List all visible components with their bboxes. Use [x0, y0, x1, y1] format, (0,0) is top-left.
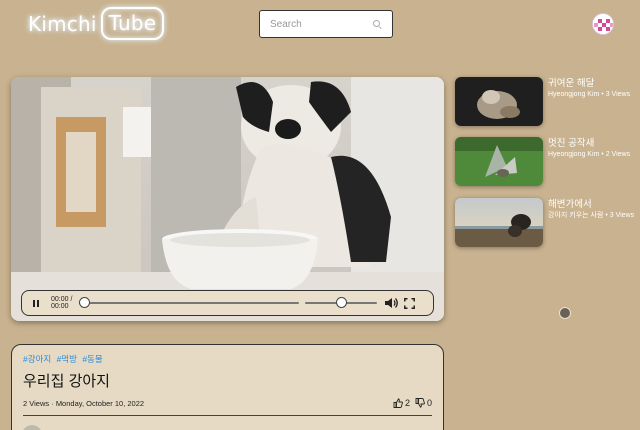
search-box[interactable] [259, 10, 393, 38]
video-meta-row: 2 Views · Monday, October 10, 2022 2 0 [23, 398, 432, 408]
pause-button[interactable] [30, 297, 42, 309]
view-count: 2 Views [23, 398, 50, 408]
player-controls: 00:00 / 00:00 [21, 290, 434, 316]
rating-controls: 2 0 [388, 398, 432, 408]
related-video-item[interactable]: 귀여운 해달 Hyeongjong Kim • 3 Views [455, 77, 638, 126]
total-time: 00:00 [51, 303, 69, 310]
seek-thumb[interactable] [79, 297, 90, 308]
upload-date: Monday, October 10, 2022 [55, 398, 145, 408]
video-frame [11, 77, 444, 321]
seek-track [79, 302, 299, 304]
logo[interactable]: Kimchi Tube [28, 7, 165, 40]
related-video-thumbnail[interactable] [455, 137, 543, 186]
time-display: 00:00 / 00:00 [51, 296, 73, 310]
comment-avatar [22, 425, 42, 430]
time-separator: / [68, 296, 73, 303]
dislike-button[interactable]: 0 [415, 398, 432, 408]
thumbs-up-icon [393, 398, 403, 408]
current-time: 00:00 [51, 296, 69, 303]
related-video-item[interactable]: 멋진 공작새 Hyeongjong Kim • 2 Views [455, 137, 638, 186]
otter-thumbnail-image [455, 77, 543, 126]
related-video-meta: 귀여운 해달 Hyeongjong Kim • 3 Views [548, 77, 638, 126]
hashtag-link[interactable]: #동물 [82, 354, 102, 364]
avatar-pattern-icon [593, 14, 613, 34]
meta-separator: · [49, 398, 56, 408]
hashtag-link[interactable]: #강아지 [23, 354, 51, 364]
video-player[interactable]: 00:00 / 00:00 [11, 77, 444, 321]
thumbs-down-icon [415, 398, 425, 408]
video-info-card: #강아지 #먹방 #동물 우리집 강아지 2 Views · Monday, O… [11, 344, 444, 430]
volume-icon[interactable] [384, 297, 398, 309]
search-icon[interactable] [373, 19, 382, 29]
like-count: 2 [404, 398, 410, 408]
related-video-title[interactable]: 귀여운 해달 [548, 78, 638, 90]
related-video-meta: 해변가에서 강아지 키우는 사람 • 3 Views [548, 198, 638, 247]
hashtag-link[interactable]: #먹방 [57, 354, 77, 364]
related-video-info: 강아지 키우는 사람 • 3 Views [548, 212, 635, 219]
volume-slider[interactable] [305, 297, 377, 309]
fullscreen-icon[interactable] [404, 297, 415, 309]
pause-icon-bar [33, 299, 35, 307]
related-video-thumbnail[interactable] [455, 198, 543, 247]
related-video-item[interactable]: 해변가에서 강아지 키우는 사람 • 3 Views [455, 198, 638, 247]
related-video-title[interactable]: 멋진 공작새 [548, 138, 638, 150]
divider [23, 415, 432, 416]
video-title: 우리집 강아지 [23, 373, 110, 390]
like-button[interactable]: 2 [393, 398, 410, 408]
volume-thumb[interactable] [335, 297, 347, 308]
related-video-info: Hyeongjong Kim • 2 Views [548, 151, 631, 158]
pause-icon-bar [37, 299, 39, 307]
logo-text-left: Kimchi [28, 11, 97, 36]
search-input[interactable] [270, 18, 370, 30]
hashtag-list: #강아지 #먹방 #동물 [23, 353, 432, 365]
related-video-title[interactable]: 해변가에서 [548, 199, 638, 211]
peacock-thumbnail-image [455, 137, 543, 186]
related-video-info: Hyeongjong Kim • 3 Views [548, 91, 631, 98]
scroll-indicator-dot[interactable] [559, 307, 571, 319]
user-avatar[interactable] [592, 13, 614, 35]
video-meta: 2 Views · Monday, October 10, 2022 [23, 399, 144, 408]
logo-text-right: Tube [100, 7, 165, 40]
related-video-meta: 멋진 공작새 Hyeongjong Kim • 2 Views [548, 137, 638, 186]
related-video-thumbnail[interactable] [455, 77, 543, 126]
seek-slider[interactable] [79, 297, 299, 309]
beach-thumbnail-image [455, 198, 543, 247]
dislike-count: 0 [426, 398, 432, 408]
